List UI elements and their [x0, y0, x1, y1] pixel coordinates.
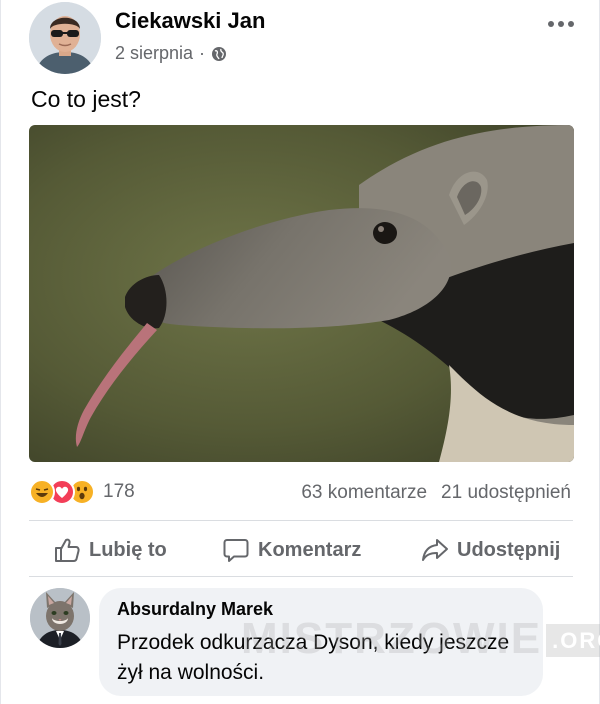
reactions-summary[interactable]: 178	[29, 479, 135, 505]
anteater-photo	[29, 125, 574, 462]
comment-icon	[223, 539, 249, 562]
share-button[interactable]: Udostępnij	[421, 532, 560, 568]
post-date[interactable]: 2 sierpnia	[115, 43, 193, 64]
divider-top	[29, 520, 573, 521]
laugh-reaction-icon	[29, 479, 55, 505]
comment-text: Przodek odkurzacza Dyson, kiedy jeszcze …	[117, 631, 510, 684]
meta-separator: ·	[199, 43, 206, 63]
author-avatar-image	[29, 2, 101, 74]
commenter-name[interactable]: Absurdalny Marek	[117, 599, 525, 620]
more-options-button[interactable]	[545, 10, 577, 38]
comment-label: Komentarz	[258, 538, 362, 561]
reaction-count: 178	[103, 481, 135, 502]
share-label: Udostępnij	[457, 538, 561, 561]
post-text: Co to jest?	[31, 86, 141, 112]
post-card: Ciekawski Jan 2 sierpnia · Co to jest? 1…	[0, 0, 600, 704]
author-avatar[interactable]	[29, 2, 101, 74]
comment-count[interactable]: 63 komentarze	[301, 482, 427, 504]
share-arrow-icon	[422, 539, 448, 561]
share-count[interactable]: 21 udostępnień	[441, 482, 571, 504]
commenter-avatar[interactable]	[30, 588, 90, 648]
commenter-avatar-image	[30, 588, 90, 648]
comment-button[interactable]: Komentarz	[222, 532, 361, 568]
author-name[interactable]: Ciekawski Jan	[115, 8, 265, 34]
like-label: Lubię to	[89, 538, 167, 561]
post-stats: 63 komentarze 21 udostępnień	[301, 482, 571, 504]
thumbs-up-icon	[55, 538, 80, 562]
post-meta: 2 sierpnia ·	[115, 43, 227, 64]
comment-bubble: Absurdalny Marek Przodek odkurzacza Dyso…	[99, 588, 543, 696]
like-button[interactable]: Lubię to	[53, 532, 167, 568]
post-photo[interactable]	[29, 125, 574, 462]
more-dots-icon	[548, 21, 574, 27]
watermark-suffix: .ORG	[546, 624, 600, 658]
divider-bottom	[29, 576, 573, 577]
globe-icon	[211, 46, 227, 62]
